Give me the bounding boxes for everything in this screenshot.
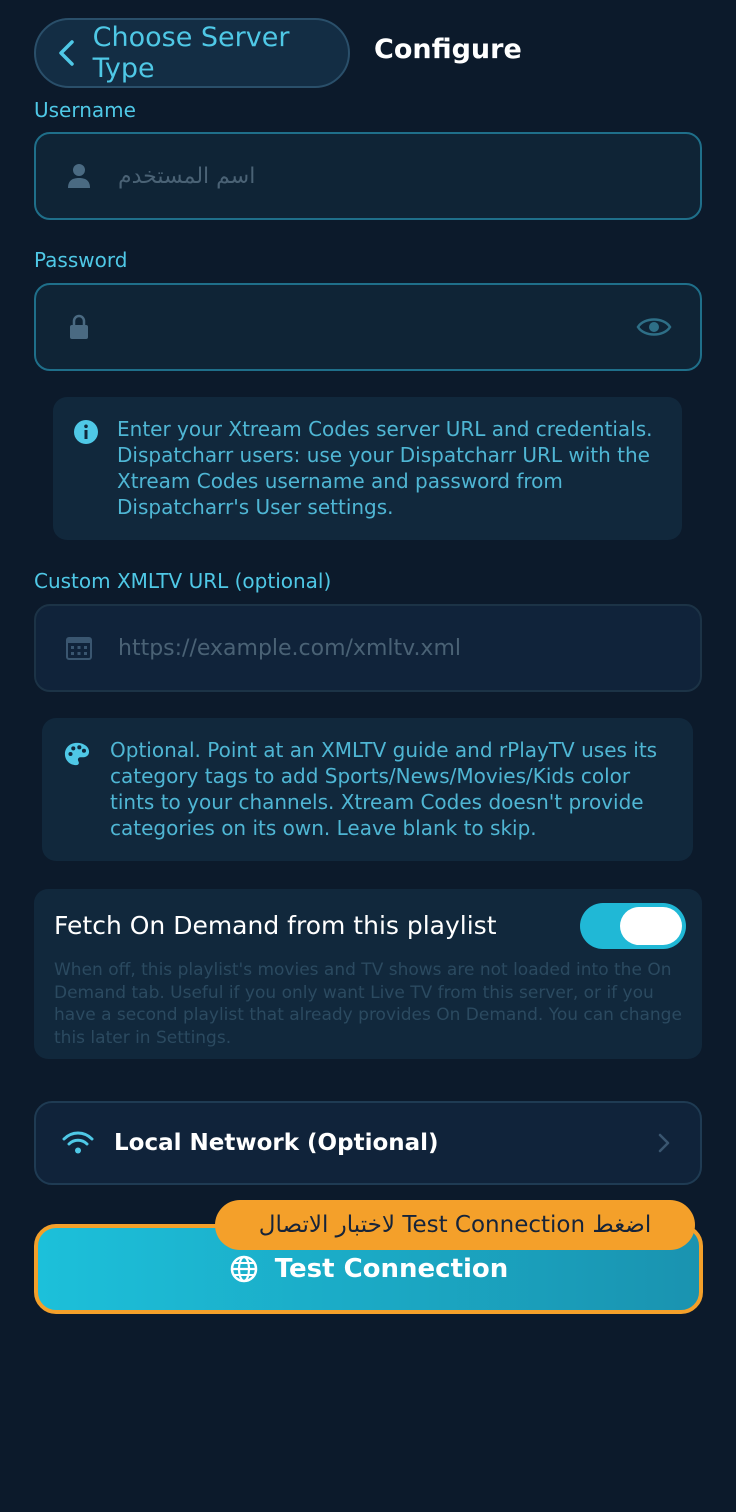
username-label-text: Username	[34, 98, 136, 122]
username-input[interactable]	[116, 155, 700, 197]
xtream-info-card: Enter your Xtream Codes server URL and c…	[53, 397, 682, 540]
tutorial-tooltip: اضغط Test Connection لاختبار الاتصال	[215, 1200, 695, 1250]
xtream-info-text: Enter your Xtream Codes server URL and c…	[117, 417, 653, 519]
person-icon	[66, 163, 92, 189]
page-title: Configure	[374, 34, 522, 65]
xmltv-url-input[interactable]	[116, 627, 700, 669]
chevron-right-icon	[654, 1131, 674, 1155]
password-input[interactable]	[116, 306, 636, 348]
back-button-label: Choose Server Type	[92, 22, 290, 84]
chevron-left-icon	[52, 38, 81, 68]
info-icon	[73, 419, 99, 445]
username-label: Username	[34, 98, 136, 122]
local-network-label: Local Network (Optional)	[114, 1130, 439, 1156]
test-connection-label: Test Connection	[274, 1254, 509, 1284]
xmltv-info-text: Optional. Point at an XMLTV guide and rP…	[110, 738, 658, 840]
xmltv-url-field[interactable]	[34, 604, 702, 692]
wifi-icon	[62, 1129, 94, 1157]
calendar-icon	[66, 635, 92, 661]
password-label: Password	[34, 248, 128, 272]
back-button[interactable]: Choose Server Type	[34, 18, 350, 88]
local-network-row[interactable]: Local Network (Optional)	[34, 1101, 702, 1185]
on-demand-title: Fetch On Demand from this playlist	[54, 911, 497, 940]
username-field[interactable]	[34, 132, 702, 220]
password-field[interactable]	[34, 283, 702, 371]
eye-icon[interactable]	[636, 312, 672, 342]
xmltv-info-card: Optional. Point at an XMLTV guide and rP…	[42, 718, 693, 861]
on-demand-card: Fetch On Demand from this playlist When …	[34, 889, 702, 1059]
header: Choose Server Type Configure	[0, 0, 736, 110]
on-demand-toggle[interactable]	[580, 903, 686, 949]
globe-icon	[229, 1254, 259, 1284]
xmltv-label: Custom XMLTV URL (optional)	[34, 569, 332, 593]
toggle-knob	[620, 907, 682, 945]
palette-icon	[64, 741, 90, 767]
lock-icon	[66, 314, 92, 340]
on-demand-description: When off, this playlist's movies and TV …	[54, 960, 682, 1048]
